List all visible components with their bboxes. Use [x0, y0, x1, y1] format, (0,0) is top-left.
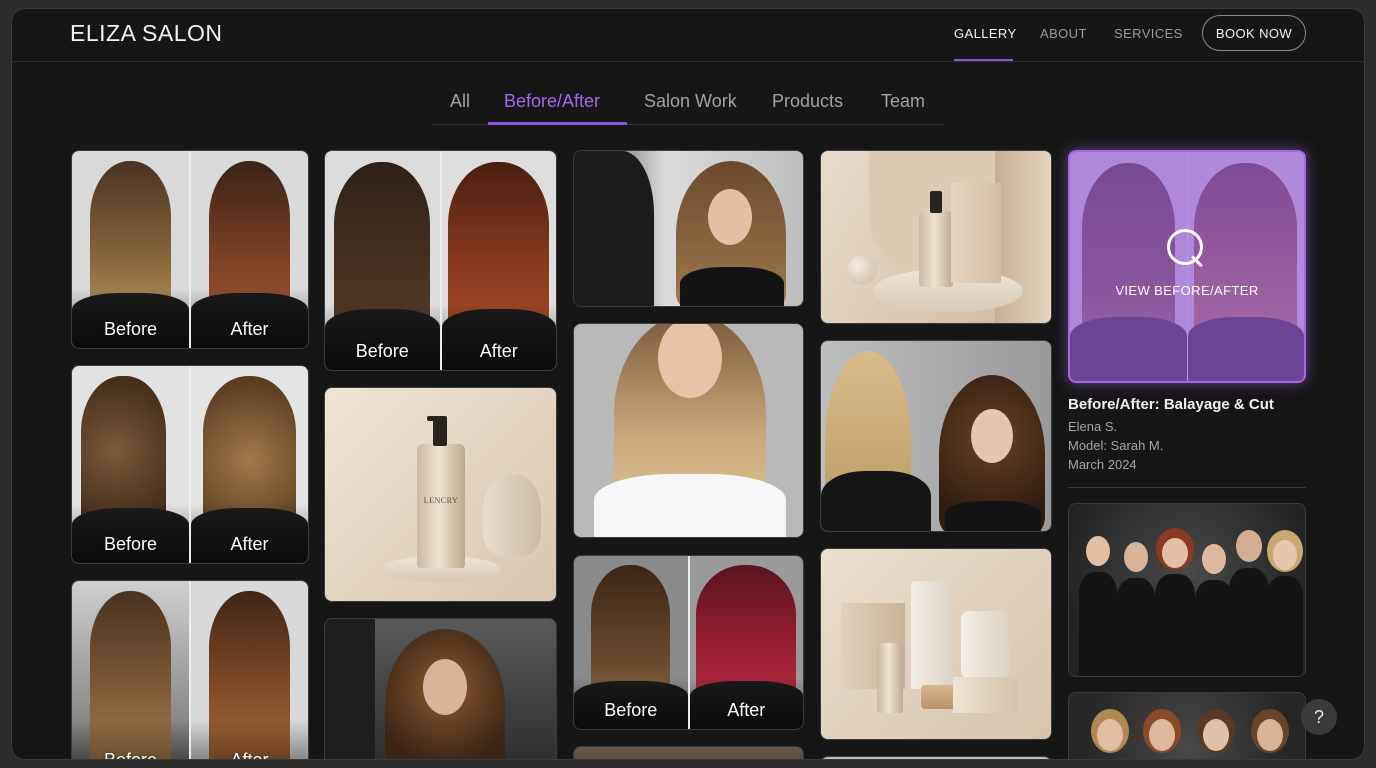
- gallery-item-before-after[interactable]: Before After: [71, 580, 309, 760]
- hover-overlay[interactable]: VIEW BEFORE/AFTER: [1070, 152, 1304, 381]
- gallery-item-salon-work[interactable]: [573, 323, 804, 538]
- after-label: After: [479, 341, 518, 361]
- after-label: After: [727, 700, 766, 720]
- before-label: Before: [103, 534, 158, 554]
- app-window: ELIZA SALON GALLERY ABOUT SERVICES BOOK …: [11, 8, 1365, 760]
- gallery-item-product[interactable]: [820, 548, 1052, 740]
- gallery-item-salon-work[interactable]: [573, 150, 804, 307]
- after-label: After: [230, 534, 269, 554]
- after-label: After: [230, 750, 269, 760]
- team-member: [1079, 536, 1117, 676]
- nav-about[interactable]: ABOUT: [1040, 26, 1087, 41]
- gallery-item-product[interactable]: LENCRY: [324, 387, 557, 602]
- featured-date: March 2024: [1068, 457, 1137, 472]
- team-member: [1267, 540, 1303, 676]
- tab-salon-work[interactable]: Salon Work: [644, 91, 737, 112]
- brand-logo[interactable]: ELIZA SALON: [70, 20, 223, 47]
- tab-before-after[interactable]: Before/After: [504, 91, 600, 112]
- tab-products[interactable]: Products: [772, 91, 843, 112]
- after-label: After: [230, 319, 269, 339]
- tab-active-indicator: [488, 122, 627, 125]
- after-photo: After: [189, 581, 308, 760]
- gallery-item-salon-work[interactable]: [820, 340, 1052, 532]
- before-label: Before: [604, 700, 658, 720]
- before-photo: Before: [72, 581, 189, 760]
- before-label: Before: [103, 319, 158, 339]
- team-member: [1117, 542, 1155, 676]
- featured-title: Before/After: Balayage & Cut: [1068, 396, 1274, 413]
- featured-stylist: Elena S.: [1068, 419, 1118, 434]
- tab-team[interactable]: Team: [881, 91, 925, 112]
- tab-all[interactable]: All: [450, 91, 470, 112]
- gallery-item-product[interactable]: [820, 150, 1052, 324]
- nav-services[interactable]: SERVICES: [1114, 26, 1183, 41]
- gallery-filter-tabs: All Before/After Salon Work Products Tea…: [433, 79, 945, 125]
- caption-divider: [1068, 487, 1306, 488]
- before-photo: Before: [72, 151, 189, 348]
- team-member: [1195, 544, 1233, 676]
- before-label: Before: [355, 341, 409, 361]
- view-before-after-link[interactable]: VIEW BEFORE/AFTER: [1115, 283, 1258, 298]
- before-label: Before: [103, 750, 158, 760]
- after-photo: After: [189, 151, 308, 348]
- gallery-item-before-after[interactable]: Before After: [573, 555, 804, 730]
- gallery-item-featured[interactable]: VIEW BEFORE/AFTER: [1068, 150, 1306, 383]
- product-bottle: [417, 444, 465, 568]
- top-navigation: ELIZA SALON GALLERY ABOUT SERVICES BOOK …: [12, 9, 1364, 62]
- book-now-button[interactable]: BOOK NOW: [1202, 15, 1306, 51]
- before-photo: Before: [325, 151, 440, 370]
- before-photo: Before: [72, 366, 189, 563]
- after-photo: After: [687, 556, 803, 729]
- gallery-item-before-after[interactable]: Before After: [71, 365, 309, 564]
- before-photo: Before: [574, 556, 688, 729]
- product-label: LENCRY: [423, 496, 459, 505]
- nav-active-indicator: [954, 59, 1013, 61]
- gallery-item-partial[interactable]: [573, 746, 804, 759]
- gallery-item-team[interactable]: [1068, 503, 1306, 677]
- after-photo: After: [439, 151, 556, 370]
- search-icon: [1167, 229, 1207, 271]
- featured-caption: Before/After: Balayage & Cut Elena S. Mo…: [1068, 396, 1306, 472]
- help-button[interactable]: ?: [1301, 699, 1337, 735]
- gallery-item-before-after[interactable]: Before After: [71, 150, 309, 349]
- gallery-item-salon-work[interactable]: [324, 618, 557, 759]
- gallery-item-before-after[interactable]: Before After: [324, 150, 557, 371]
- featured-model: Model: Sarah M.: [1068, 438, 1164, 453]
- after-photo: After: [189, 366, 308, 563]
- team-member: [1229, 530, 1269, 676]
- team-member: [1155, 538, 1195, 676]
- gallery-item-team[interactable]: [1068, 692, 1306, 759]
- gallery-item-partial[interactable]: [820, 756, 1052, 759]
- nav-gallery[interactable]: GALLERY: [954, 26, 1017, 41]
